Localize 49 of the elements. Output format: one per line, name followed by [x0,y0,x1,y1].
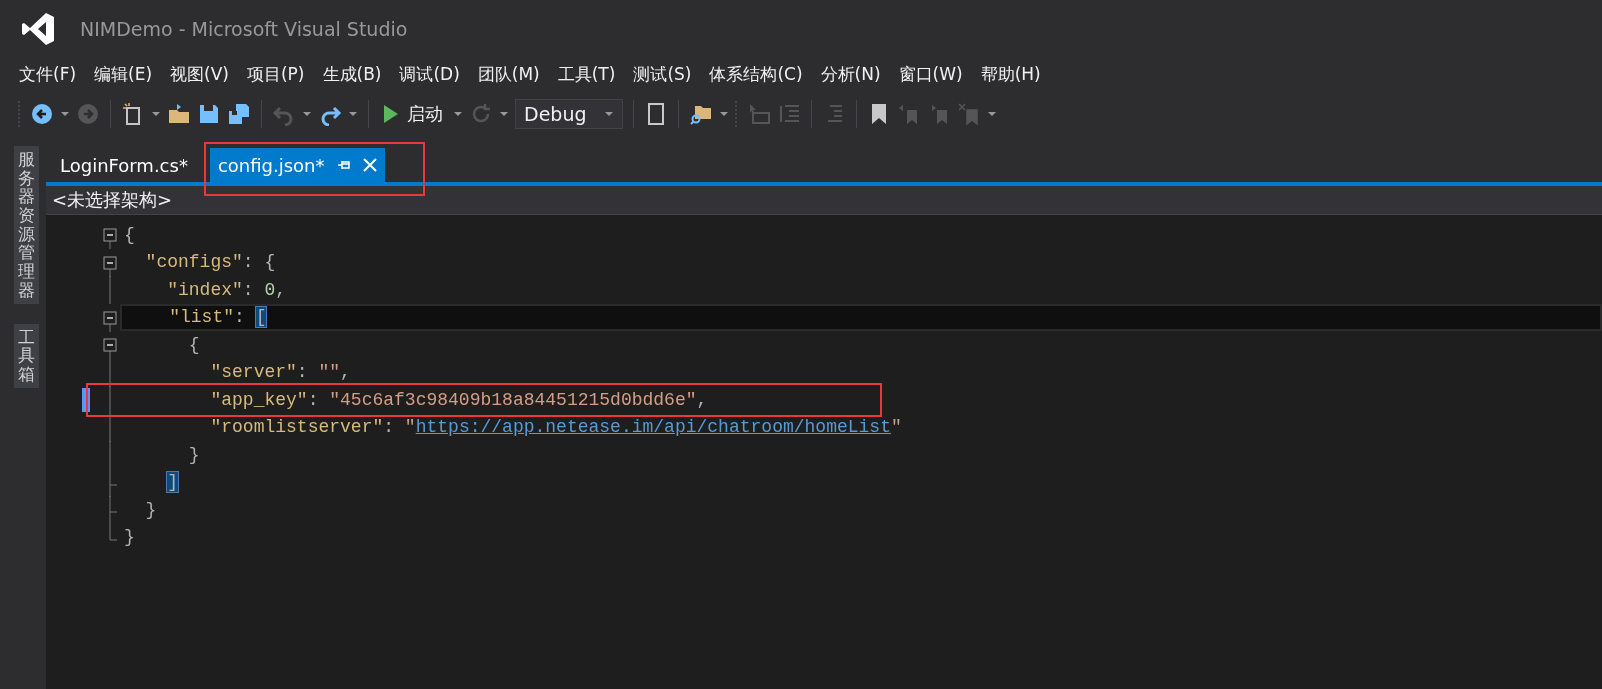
code-line: "server": "", [209,361,351,384]
menu-item[interactable]: 窗口(W) [889,62,972,86]
document-tab[interactable]: config.json* [209,148,385,182]
menu-item[interactable]: 调试(D) [390,62,469,86]
menu-item[interactable]: 编辑(E) [85,62,162,86]
dropdown-caret-icon[interactable] [719,110,729,118]
menu-item[interactable]: 视图(V) [161,62,238,86]
side-panel-tab[interactable]: 工具箱 [14,323,39,388]
save-all-icon[interactable] [227,102,251,126]
menu-item[interactable]: 团队(M) [468,62,549,86]
window-title: NIMDemo - Microsoft Visual Studio [80,18,408,40]
menu-item[interactable]: 项目(P) [237,62,314,86]
code-line: "list": [ [168,306,267,329]
menu-item[interactable]: 体系结构(C) [700,62,812,86]
dropdown-caret-icon[interactable] [987,110,997,118]
menu-item[interactable]: 工具(T) [548,62,625,86]
folder-icon[interactable] [167,102,191,126]
app-logo-icon [20,11,56,47]
dropdown-caret-icon[interactable] [302,110,312,118]
code-line: "roomlistserver": "https://app.netease.im/api/chatroom/homeList" [209,416,902,439]
pin-icon[interactable] [336,159,351,171]
menu-item[interactable]: 分析(N) [811,62,890,86]
dropdown-caret-icon [604,110,614,118]
play-icon [383,104,399,124]
code-line: "app_key": "45c6af3c98409b18a84451215d0bdd6e", [209,388,708,411]
code-line: { [187,333,200,356]
start-button[interactable]: 启动 [379,102,447,126]
dropdown-caret-icon[interactable] [151,110,161,118]
dropdown-caret-icon[interactable] [499,110,509,118]
code-line: } [124,526,135,549]
side-panel-tab[interactable]: 服务器资源管理器 [14,146,39,304]
code-line: { [124,223,135,246]
navigation-dropdown[interactable]: <未选择架构> [52,188,173,212]
code-line: } [144,498,157,521]
code-line: "index": 0, [166,278,287,301]
configuration-dropdown[interactable]: Debug [515,99,623,129]
dropdown-caret-icon[interactable] [60,110,70,118]
menu-item[interactable]: 文件(F) [10,62,86,86]
save-icon[interactable] [197,102,221,126]
dropdown-caret-icon[interactable] [348,110,358,118]
code-line: } [187,443,200,466]
document-tab[interactable]: LoginForm.cs* [52,148,196,182]
fold-guide-line [109,276,111,304]
menu-item[interactable]: 生成(B) [313,62,391,86]
menu-item[interactable]: 测试(S) [624,62,701,86]
code-line: "configs": { [144,251,276,274]
dropdown-caret-icon[interactable] [453,110,463,118]
menu-item[interactable]: 帮助(H) [971,62,1050,86]
close-icon[interactable] [362,158,377,172]
